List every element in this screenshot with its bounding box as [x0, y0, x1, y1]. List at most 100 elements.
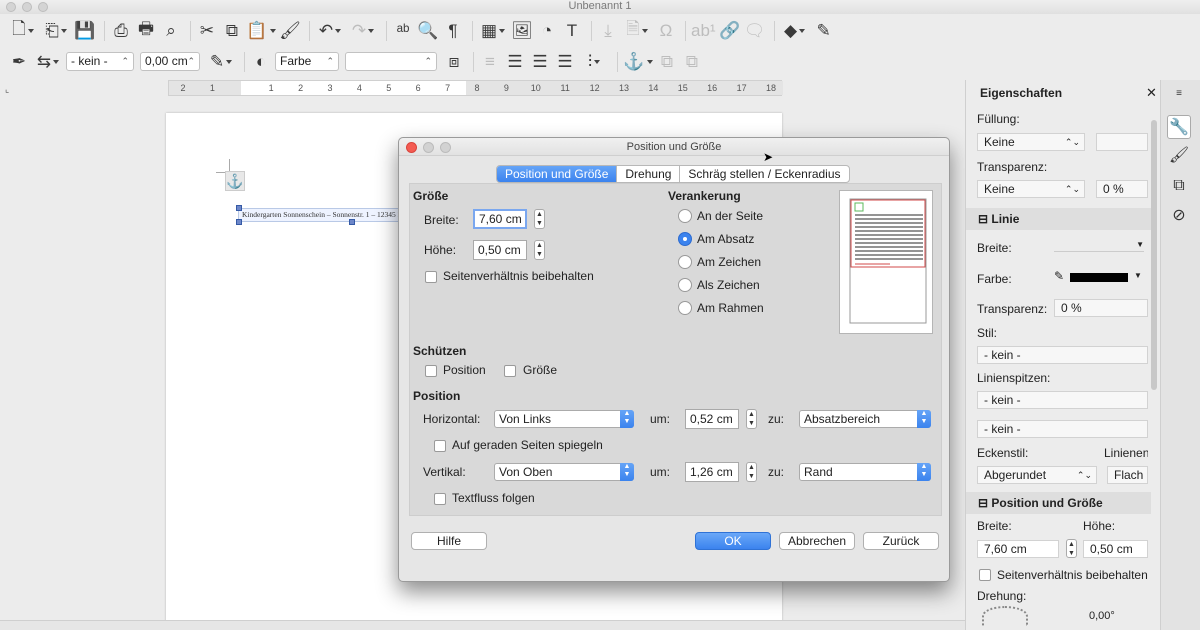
area-value-select[interactable] [345, 52, 437, 71]
new-document-icon[interactable]: 🗋 [8, 19, 38, 42]
line-section-header[interactable]: ⊟ Linie [966, 208, 1151, 230]
vertical-select[interactable]: Von Oben ▲ ▼ [494, 463, 634, 481]
width-stepper[interactable]: ▲ ▼ [534, 209, 545, 229]
protect-size-checkbox[interactable] [504, 365, 516, 377]
sidebar-close-icon[interactable]: ✕ [1146, 85, 1157, 101]
minimize-window-button[interactable] [22, 2, 32, 12]
paste-icon[interactable]: 📋 [246, 20, 276, 42]
spelling-icon[interactable]: ᵃᵇ [392, 20, 414, 42]
draw-functions-icon[interactable]: ✎ [813, 20, 835, 42]
rotation-value[interactable]: 0,00° [1089, 610, 1115, 622]
line-width-select[interactable]: ▼ [1054, 240, 1144, 252]
undo-icon[interactable]: ↶ [315, 20, 345, 42]
pos-section-header[interactable]: ⊟ Position und Größe [966, 492, 1151, 514]
pos-width-stepper[interactable]: ▲ ▼ [1066, 539, 1077, 558]
area-icon[interactable]: ◐ [250, 51, 272, 73]
wrap-page-icon[interactable]: ☰ [504, 51, 526, 73]
ok-button[interactable]: OK [695, 532, 771, 550]
insert-chart-icon[interactable]: ◔ [536, 20, 558, 42]
cap-select[interactable]: Flach [1107, 466, 1148, 484]
tab-stop-selector[interactable]: ⌞ [5, 84, 9, 95]
find-replace-icon[interactable]: 🔍 [417, 20, 439, 42]
hyperlink-icon[interactable]: 🔗 [719, 20, 741, 42]
gallery-icon[interactable]: ⧉ [1167, 174, 1191, 198]
fill-value-select[interactable] [1096, 133, 1148, 151]
width-field[interactable]: 7,60 cm [473, 209, 527, 229]
line-style-select[interactable]: - kein - [66, 52, 134, 71]
footnote-icon[interactable]: ab¹ [691, 20, 716, 42]
vertical-to-select[interactable]: Rand ▲ ▼ [799, 463, 931, 481]
line-transp-field[interactable]: 0 % [1054, 299, 1148, 317]
area-style-select[interactable]: Farbe [275, 52, 339, 71]
align-icon[interactable]: ⫶ [579, 51, 609, 73]
page-break-icon[interactable]: ⤓ [597, 20, 619, 42]
wrap-optimal-icon[interactable]: ☰ [529, 51, 551, 73]
close-window-button[interactable] [6, 2, 16, 12]
anchor-character-radio[interactable] [678, 255, 692, 269]
arrow-start-select[interactable]: - kein - [977, 391, 1148, 409]
height-field[interactable]: 0,50 cm [473, 240, 527, 260]
tab-slant-corner[interactable]: Schräg stellen / Eckenradius [679, 166, 848, 182]
line-color-select[interactable]: ✎ ▼ [1054, 269, 1144, 285]
arrow-style-icon[interactable]: ⇆ [33, 51, 63, 73]
rotation-dial[interactable] [982, 606, 1028, 626]
follow-textflow-checkbox[interactable] [434, 493, 446, 505]
anchor-marker-icon[interactable]: ⚓ [225, 171, 245, 191]
fill-select[interactable]: Keine ⌃⌄ [977, 133, 1085, 151]
wrap-off-icon[interactable]: ≡ [479, 51, 501, 73]
vertical-by-field[interactable]: 1,26 cm [685, 462, 739, 482]
copy-icon[interactable]: ⧉ [221, 20, 243, 42]
tab-position-size[interactable]: Position und Größe [497, 166, 617, 182]
horizontal-by-stepper[interactable]: ▲ ▼ [746, 409, 757, 429]
anchor-paragraph-radio[interactable] [678, 232, 692, 246]
fill-transp-field[interactable]: 0 % [1096, 180, 1148, 198]
open-folder-icon[interactable]: ⎗ [41, 20, 71, 42]
vertical-by-stepper[interactable]: ▲ ▼ [746, 462, 757, 482]
sidebar-menu-icon[interactable]: ≡ [1167, 82, 1191, 106]
help-button[interactable]: Hilfe [411, 532, 487, 550]
export-pdf-icon[interactable]: ⎙ [110, 20, 132, 42]
wrap-through-icon[interactable]: ☰ [554, 51, 576, 73]
dialog-close-button[interactable] [406, 142, 417, 153]
insert-field-icon[interactable]: 🗎 [622, 19, 652, 42]
pos-width-field[interactable]: 7,60 cm [977, 540, 1059, 558]
anchor-frame-radio[interactable] [678, 301, 692, 315]
arrow-end-select[interactable]: - kein - [977, 420, 1148, 438]
navigator-icon[interactable]: ⊘ [1167, 204, 1191, 228]
mirror-checkbox[interactable] [434, 440, 446, 452]
cancel-button[interactable]: Abbrechen [779, 532, 855, 550]
horizontal-ruler[interactable]: 2 1 1 2 3 4 5 6 7 8 9 10 11 12 13 14 15 16 17 18 [168, 80, 783, 96]
insert-image-icon[interactable]: 🖼 [511, 20, 533, 42]
horizontal-by-field[interactable]: 0,52 cm [685, 409, 739, 429]
line-color-icon[interactable]: ✎ [206, 51, 236, 73]
anchor-as-character-radio[interactable] [678, 278, 692, 292]
insert-textbox-icon[interactable]: T [561, 20, 583, 42]
anchor-page-radio[interactable] [678, 209, 692, 223]
protect-position-checkbox[interactable] [425, 365, 437, 377]
redo-icon[interactable]: ↷ [348, 20, 378, 42]
pos-height-field[interactable]: 0,50 cm [1083, 540, 1148, 558]
corner-select[interactable]: Abgerundet ⌃⌄ [977, 466, 1097, 484]
dialog-zoom-button[interactable] [440, 142, 451, 153]
fill-transp-select[interactable]: Keine ⌃⌄ [977, 180, 1085, 198]
style-select[interactable]: - kein - [977, 346, 1148, 364]
bring-front-icon[interactable]: ⧉ [656, 51, 678, 73]
print-preview-icon[interactable]: ⌕ [160, 20, 182, 42]
anchor-icon[interactable]: ⚓ [623, 51, 653, 73]
save-icon[interactable]: 💾 [74, 20, 96, 42]
cut-icon[interactable]: ✂ [196, 20, 218, 42]
print-icon[interactable]: 🖶 [135, 19, 157, 42]
formatting-marks-icon[interactable]: ¶ [442, 20, 464, 42]
clone-formatting-icon[interactable]: 🖌 [279, 20, 301, 42]
resize-handle[interactable] [236, 219, 242, 225]
properties-wrench-icon[interactable]: 🔧 [1167, 115, 1191, 139]
basic-shapes-icon[interactable]: ◆ [780, 20, 810, 42]
special-character-icon[interactable]: Ω [655, 20, 677, 42]
horizontal-to-select[interactable]: Absatzbereich ▲ ▼ [799, 410, 931, 428]
dialog-minimize-button[interactable] [423, 142, 434, 153]
selected-text-frame[interactable]: Kindergarten Sonnenschein – Sonnenstr. 1… [238, 208, 403, 222]
sidebar-scrollbar[interactable] [1151, 120, 1157, 390]
wrap-icon[interactable]: ⧈ [443, 51, 465, 73]
line-icon[interactable]: ✒ [8, 51, 30, 73]
keep-ratio-checkbox[interactable] [425, 271, 437, 283]
